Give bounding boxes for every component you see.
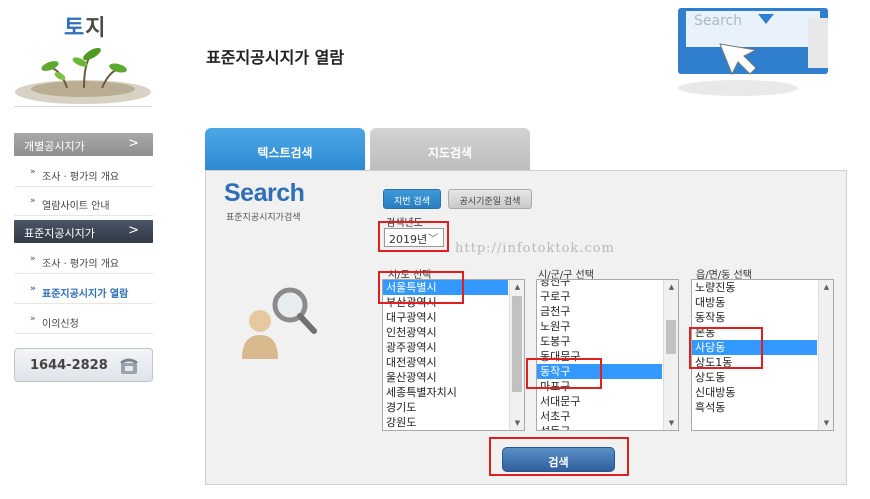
scroll-thumb[interactable]: [666, 320, 676, 354]
sigungu-option[interactable]: 동대문구: [537, 349, 662, 364]
scroll-down-icon[interactable]: ▼: [819, 416, 833, 430]
year-select-value: 2019년: [389, 233, 428, 246]
sidebar: 토지 개별공시지가 > » 조사 · 평가의 개요 » 열람사이트 안내 표준지…: [0, 0, 165, 499]
bullet-icon: »: [30, 254, 36, 264]
dong-option[interactable]: 대방동: [692, 295, 817, 310]
sigungu-option[interactable]: 마포구: [537, 379, 662, 394]
sigungu-option[interactable]: 구로구: [537, 289, 662, 304]
nav-item-objection[interactable]: » 이의신청: [14, 306, 153, 334]
nav-section-standard-price[interactable]: 표준지공시지가 >: [14, 220, 153, 243]
nav-item-standard-price-view[interactable]: » 표준지공시지가 열람: [14, 276, 153, 304]
scroll-down-icon[interactable]: ▼: [510, 416, 524, 430]
nav-item-label: 조사 · 평가의 개요: [42, 259, 120, 270]
scroll-thumb[interactable]: [512, 296, 522, 392]
chevron-down-icon: ﹀: [428, 234, 438, 245]
search-monitor-illustration-icon: Search: [678, 8, 828, 96]
nav-section-label: 개별공시지가: [24, 140, 85, 153]
sido-option[interactable]: 대구광역시: [383, 310, 508, 325]
sigungu-listbox[interactable]: 광진구구로구금천구노원구도봉구동대문구동작구마포구서대문구서초구성동구 ▲ ▼: [536, 279, 679, 431]
sido-option[interactable]: 경기도: [383, 400, 508, 415]
sigungu-option[interactable]: 노원구: [537, 319, 662, 334]
bullet-icon: »: [30, 196, 36, 206]
dong-option[interactable]: 본동: [692, 325, 817, 340]
sido-option[interactable]: 강원도: [383, 415, 508, 430]
sido-listbox[interactable]: 서울특별시 부산광역시 대구광역시 인천광역시 광주광역시 대전광역시 울산광역시 세종특별자…: [382, 279, 525, 431]
lot-number-search-button[interactable]: 지번 검색: [383, 189, 441, 209]
sido-option[interactable]: 광주광역시: [383, 340, 508, 355]
logo-title-char-2: 지: [85, 16, 107, 41]
nav-item-survey-overview-2[interactable]: » 조사 · 평가의 개요: [14, 246, 153, 274]
scroll-down-icon[interactable]: ▼: [664, 416, 678, 430]
dong-option[interactable]: 동작동: [692, 310, 817, 325]
dong-option[interactable]: 신대방동: [692, 385, 817, 400]
scroll-up-icon[interactable]: ▲: [819, 280, 833, 294]
telephone-icon: [120, 358, 138, 374]
sigungu-option[interactable]: 금천구: [537, 304, 662, 319]
tab-map-search[interactable]: 지도검색: [370, 128, 530, 170]
phone-box: 1644-2828: [14, 348, 153, 382]
sigungu-list-items: 광진구구로구금천구노원구도봉구동대문구동작구마포구서대문구서초구성동구: [537, 280, 662, 430]
sprout-logo-icon: [15, 47, 151, 104]
year-select[interactable]: 2019년 ﹀: [384, 228, 444, 247]
sigungu-option[interactable]: 동작구: [537, 364, 662, 379]
tab-text-search[interactable]: 텍스트검색: [205, 128, 365, 170]
person-magnifier-icon: [242, 287, 317, 359]
dong-option[interactable]: 흑석동: [692, 400, 817, 415]
nav-item-label: 이의신청: [42, 319, 79, 330]
nav-item-label: 조사 · 평가의 개요: [42, 172, 120, 183]
nav-section-individual-price[interactable]: 개별공시지가 >: [14, 133, 153, 156]
dong-scrollbar[interactable]: ▲ ▼: [818, 280, 833, 430]
sido-option[interactable]: 인천광역시: [383, 325, 508, 340]
dong-listbox[interactable]: 노량진동 대방동 동작동 본동 사당동 상도1동 상도동 신대방동 흑석동 ▲ ▼: [691, 279, 834, 431]
svg-text:Search: Search: [694, 13, 742, 29]
search-button[interactable]: 검색: [502, 447, 615, 472]
nav-section-label: 표준지공시지가: [24, 227, 95, 240]
sido-scrollbar[interactable]: ▲ ▼: [509, 280, 524, 430]
scroll-up-icon[interactable]: ▲: [510, 280, 524, 294]
year-label: 검색년도: [386, 218, 423, 229]
dong-option[interactable]: 사당동: [692, 340, 817, 355]
phone-number: 1644-2828: [30, 358, 108, 373]
sigungu-option[interactable]: 서초구: [537, 409, 662, 424]
nav-item-survey-overview-1[interactable]: » 조사 · 평가의 개요: [14, 159, 153, 187]
watermark-text: http://infotoktok.com: [455, 241, 615, 256]
sido-list-items: 서울특별시 부산광역시 대구광역시 인천광역시 광주광역시 대전광역시 울산광역시 세종특별자…: [383, 280, 508, 430]
search-heading: Search: [224, 179, 305, 207]
announcement-date-search-button[interactable]: 공시기준일 검색: [448, 189, 532, 209]
bullet-icon: »: [30, 284, 36, 294]
sido-option[interactable]: 대전광역시: [383, 355, 508, 370]
search-subheading: 표준지공시지가검색: [226, 213, 301, 223]
nav-item-label: 열람사이트 안내: [42, 201, 110, 212]
chevron-right-icon: >: [128, 136, 139, 151]
sido-option[interactable]: 세종특별자치시: [383, 385, 508, 400]
nav-item-label: 표준지공시지가 열람: [42, 289, 129, 300]
sigungu-option[interactable]: 도봉구: [537, 334, 662, 349]
dong-list-items: 노량진동 대방동 동작동 본동 사당동 상도1동 상도동 신대방동 흑석동: [692, 280, 817, 415]
chevron-right-icon: >: [128, 223, 139, 238]
sigungu-option[interactable]: 성동구: [537, 424, 662, 430]
sido-option[interactable]: 부산광역시: [383, 295, 508, 310]
dong-option[interactable]: 상도1동: [692, 355, 817, 370]
sido-option[interactable]: 울산광역시: [383, 370, 508, 385]
dong-option[interactable]: 상도동: [692, 370, 817, 385]
scroll-up-icon[interactable]: ▲: [664, 280, 678, 294]
logo-title: 토지: [64, 10, 107, 42]
logo-divider: [14, 106, 152, 107]
nav-item-viewing-site-guide[interactable]: » 열람사이트 안내: [14, 188, 153, 216]
dong-option[interactable]: 노량진동: [692, 280, 817, 295]
logo-title-char-1: 토: [64, 16, 86, 41]
sigungu-scrollbar[interactable]: ▲ ▼: [663, 280, 678, 430]
bullet-icon: »: [30, 167, 36, 177]
bullet-icon: »: [30, 314, 36, 324]
sido-option[interactable]: 서울특별시: [383, 280, 508, 295]
sigungu-option[interactable]: 서대문구: [537, 394, 662, 409]
page-title: 표준지공시지가 열람: [206, 48, 345, 67]
sigungu-option[interactable]: 광진구: [537, 280, 662, 289]
